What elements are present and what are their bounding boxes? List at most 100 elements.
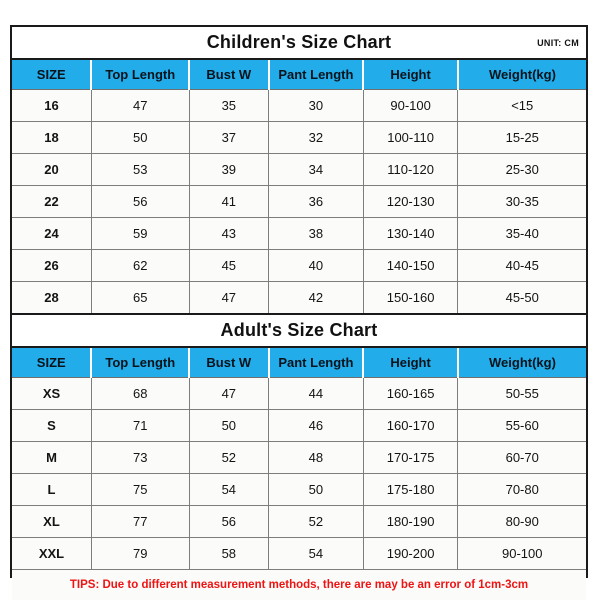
table-row: XXL 79 58 54 190-200 90-100: [12, 537, 586, 569]
cell-top-length: 77: [91, 505, 190, 538]
cell-weight: 90-100: [457, 537, 586, 569]
column-header-height: Height: [363, 348, 459, 378]
cell-height: 160-170: [363, 409, 459, 442]
cell-pant-length: 50: [268, 473, 364, 506]
cell-pant-length: 52: [268, 505, 364, 538]
cell-pant-length: 44: [268, 377, 364, 410]
cell-height: 190-200: [363, 537, 459, 569]
tips-text: TIPS: Due to different measurement metho…: [69, 579, 529, 591]
cell-height: 130-140: [363, 217, 459, 250]
table-row: XL 77 56 52 180-190 80-90: [12, 505, 586, 538]
cell-top-length: 68: [91, 377, 190, 410]
column-header-height: Height: [363, 60, 459, 90]
children-table-body: 16 47 35 30 90-100 <15 18 50 37 32 100-1…: [12, 89, 586, 313]
cell-bust-w: 37: [189, 121, 270, 154]
cell-pant-length: 30: [268, 89, 364, 122]
column-header-pant-length: Pant Length: [268, 60, 365, 90]
table-row: 28 65 47 42 150-160 45-50: [12, 281, 586, 313]
table-row: 20 53 39 34 110-120 25-30: [12, 153, 586, 186]
table-row: L 75 54 50 175-180 70-80: [12, 473, 586, 506]
cell-top-length: 71: [91, 409, 190, 442]
cell-size: XS: [12, 377, 92, 410]
children-size-table: SIZE Top Length Bust W Pant Length Heigh…: [12, 60, 586, 313]
cell-bust-w: 50: [189, 409, 270, 442]
column-header-bust-w: Bust W: [189, 348, 270, 378]
cell-bust-w: 47: [189, 281, 270, 313]
cell-height: 175-180: [363, 473, 459, 506]
cell-weight: 30-35: [457, 185, 586, 218]
cell-height: 170-175: [363, 441, 459, 474]
cell-pant-length: 48: [268, 441, 364, 474]
adult-title-row: Adult's Size Chart: [12, 313, 586, 348]
cell-pant-length: 32: [268, 121, 364, 154]
cell-top-length: 47: [91, 89, 190, 122]
cell-pant-length: 54: [268, 537, 364, 569]
cell-size: 24: [12, 217, 92, 250]
children-header-row: SIZE Top Length Bust W Pant Length Heigh…: [12, 60, 586, 90]
adult-header-row: SIZE Top Length Bust W Pant Length Heigh…: [12, 348, 586, 378]
unit-label: UNIT: CM: [537, 37, 579, 48]
column-header-bust-w: Bust W: [189, 60, 270, 90]
cell-top-length: 56: [91, 185, 190, 218]
cell-bust-w: 43: [189, 217, 270, 250]
cell-top-length: 59: [91, 217, 190, 250]
cell-bust-w: 35: [189, 89, 270, 122]
cell-size: 26: [12, 249, 92, 282]
column-header-size: SIZE: [12, 348, 93, 378]
cell-pant-length: 38: [268, 217, 364, 250]
cell-top-length: 73: [91, 441, 190, 474]
cell-weight: 25-30: [457, 153, 586, 186]
cell-bust-w: 54: [189, 473, 270, 506]
table-row: 16 47 35 30 90-100 <15: [12, 89, 586, 122]
cell-top-length: 50: [91, 121, 190, 154]
cell-bust-w: 39: [189, 153, 270, 186]
cell-top-length: 75: [91, 473, 190, 506]
cell-size: 18: [12, 121, 92, 154]
column-header-weight: Weight(kg): [457, 60, 586, 90]
cell-weight: 60-70: [457, 441, 586, 474]
cell-bust-w: 56: [189, 505, 270, 538]
children-chart-title: Children's Size Chart: [206, 32, 392, 52]
cell-pant-length: 36: [268, 185, 364, 218]
cell-bust-w: 45: [189, 249, 270, 282]
cell-size: XXL: [12, 537, 92, 569]
cell-weight: 50-55: [457, 377, 586, 410]
table-row: 22 56 41 36 120-130 30-35: [12, 185, 586, 218]
column-header-pant-length: Pant Length: [268, 348, 365, 378]
column-header-top-length: Top Length: [91, 348, 191, 378]
tips-row: TIPS: Due to different measurement metho…: [12, 569, 586, 600]
cell-bust-w: 52: [189, 441, 270, 474]
table-row: 24 59 43 38 130-140 35-40: [12, 217, 586, 250]
table-row: M 73 52 48 170-175 60-70: [12, 441, 586, 474]
cell-bust-w: 41: [189, 185, 270, 218]
children-title-row: Children's Size Chart UNIT: CM: [12, 27, 586, 60]
size-chart-container: Children's Size Chart UNIT: CM SIZE Top …: [10, 25, 588, 600]
cell-weight: 40-45: [457, 249, 586, 282]
cell-top-length: 53: [91, 153, 190, 186]
cell-size: 16: [12, 89, 92, 122]
column-header-weight: Weight(kg): [457, 348, 586, 378]
column-header-size: SIZE: [12, 60, 93, 90]
cell-height: 140-150: [363, 249, 459, 282]
cell-height: 160-165: [363, 377, 459, 410]
cell-pant-length: 40: [268, 249, 364, 282]
cell-size: 22: [12, 185, 92, 218]
table-row: XS 68 47 44 160-165 50-55: [12, 377, 586, 410]
cell-weight: 70-80: [457, 473, 586, 506]
cell-top-length: 62: [91, 249, 190, 282]
cell-bust-w: 58: [189, 537, 270, 569]
cell-size: S: [12, 409, 92, 442]
cell-weight: 15-25: [457, 121, 586, 154]
column-header-top-length: Top Length: [91, 60, 191, 90]
cell-pant-length: 42: [268, 281, 364, 313]
cell-weight: 35-40: [457, 217, 586, 250]
adult-chart-title: Adult's Size Chart: [220, 320, 378, 340]
cell-bust-w: 47: [189, 377, 270, 410]
cell-size: 28: [12, 281, 92, 313]
adult-size-table: SIZE Top Length Bust W Pant Length Heigh…: [12, 348, 586, 569]
cell-height: 90-100: [363, 89, 459, 122]
cell-weight: 80-90: [457, 505, 586, 538]
cell-height: 110-120: [363, 153, 459, 186]
cell-size: L: [12, 473, 92, 506]
adult-table-body: XS 68 47 44 160-165 50-55 S 71 50 46 160…: [12, 377, 586, 569]
